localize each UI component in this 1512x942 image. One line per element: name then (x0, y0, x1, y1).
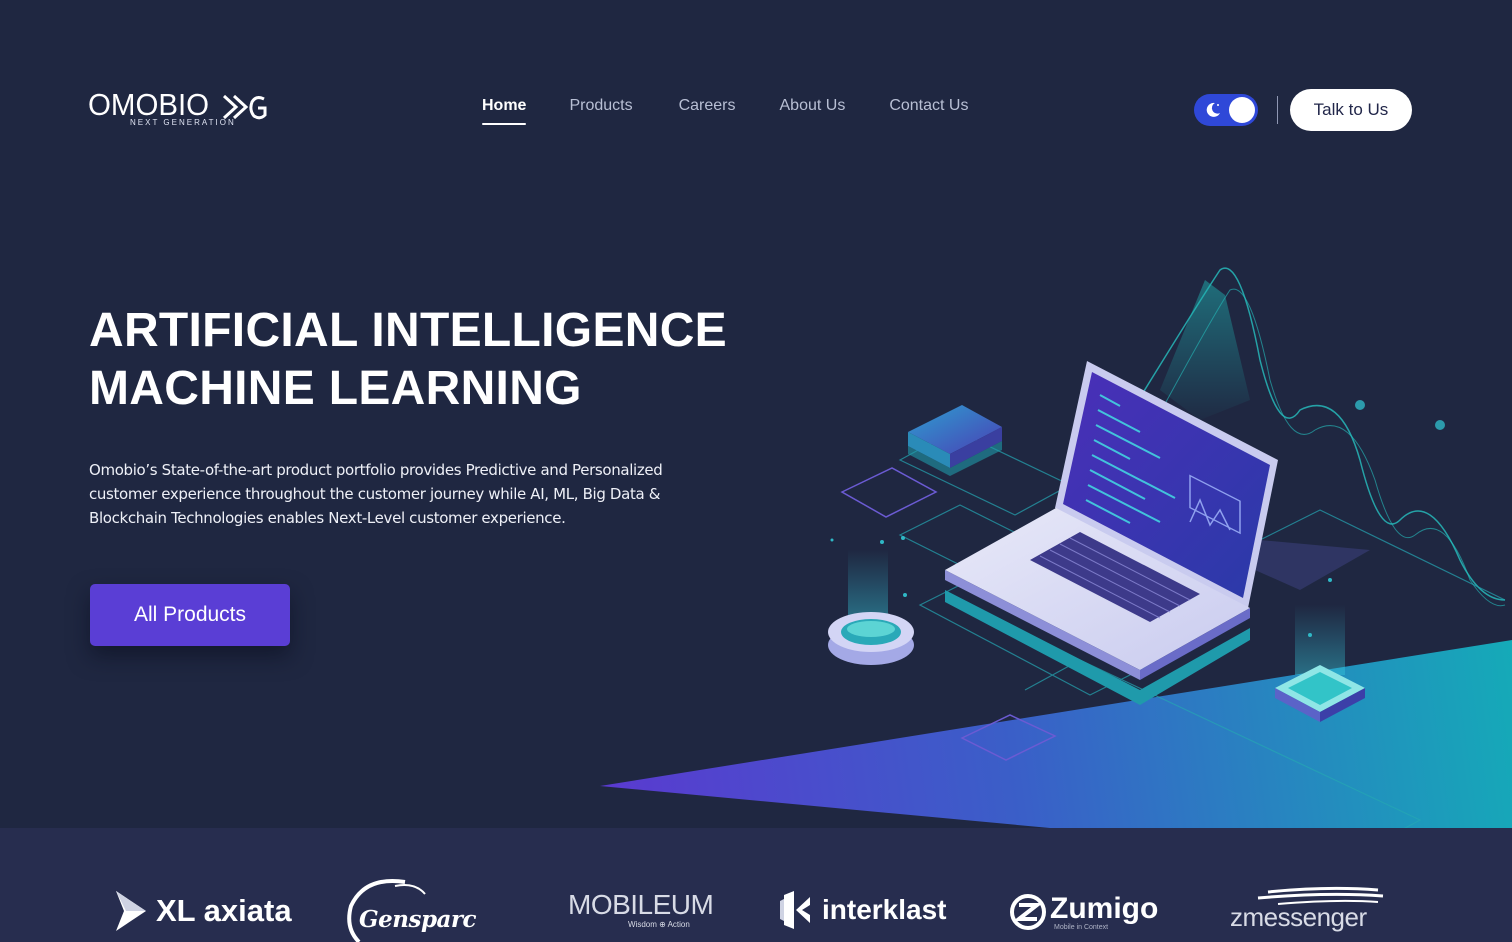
partner-mobileum-label: MOBILEUM (568, 889, 714, 920)
partner-gensparc-label: Gensparc (359, 906, 477, 933)
partner-mobileum[interactable]: MOBILEUM Wisdom ⊕ Action (568, 889, 714, 930)
theme-toggle[interactable] (1194, 94, 1258, 126)
hero-description: Omobio’s State-of-the-art product portfo… (89, 461, 663, 527)
partner-zumigo-label: Zumigo (1050, 891, 1159, 925)
partner-mobileum-tagline: Wisdom ⊕ Action (628, 920, 690, 929)
nav-about-us[interactable]: About Us (780, 96, 846, 126)
moon-icon (1206, 102, 1220, 117)
isometric-laptop-illustration (828, 267, 1506, 830)
partner-zmessenger-label: zmessenger (1230, 902, 1367, 932)
nav-home[interactable]: Home (482, 96, 527, 126)
zumigo-z-icon (1010, 894, 1046, 930)
partner-interklast-label: interklast (822, 894, 947, 925)
header-divider (1277, 96, 1278, 124)
nav-careers[interactable]: Careers (679, 96, 736, 126)
toggle-knob (1229, 97, 1255, 123)
partner-gensparc[interactable]: Gensparc (345, 876, 495, 942)
logo-ng-mark (222, 94, 267, 120)
talk-to-us-button[interactable]: Talk to Us (1290, 89, 1412, 131)
partner-zumigo-tagline: Mobile in Context (1054, 923, 1109, 931)
nav-contact-us[interactable]: Contact Us (889, 96, 968, 126)
partner-zmessenger[interactable]: zmessenger (1228, 886, 1388, 936)
partner-zumigo[interactable]: Zumigo Mobile in Context (1010, 890, 1158, 934)
logo-tagline: NEXT GENERATION (130, 118, 236, 127)
partner-xl-label: XL axiata (156, 893, 292, 928)
xl-chevron-icon (116, 891, 146, 931)
nav-products[interactable]: Products (569, 96, 632, 126)
interklast-k-icon (780, 891, 810, 929)
partner-xl-axiata[interactable]: XL axiata (114, 888, 292, 934)
omobio-logo[interactable]: OMOBIO NEXT GENERATION (88, 88, 288, 132)
main-nav: Home Products Careers About Us Contact U… (482, 96, 968, 126)
partner-interklast[interactable]: interklast (776, 890, 947, 930)
all-products-button[interactable]: All Products (90, 584, 290, 646)
